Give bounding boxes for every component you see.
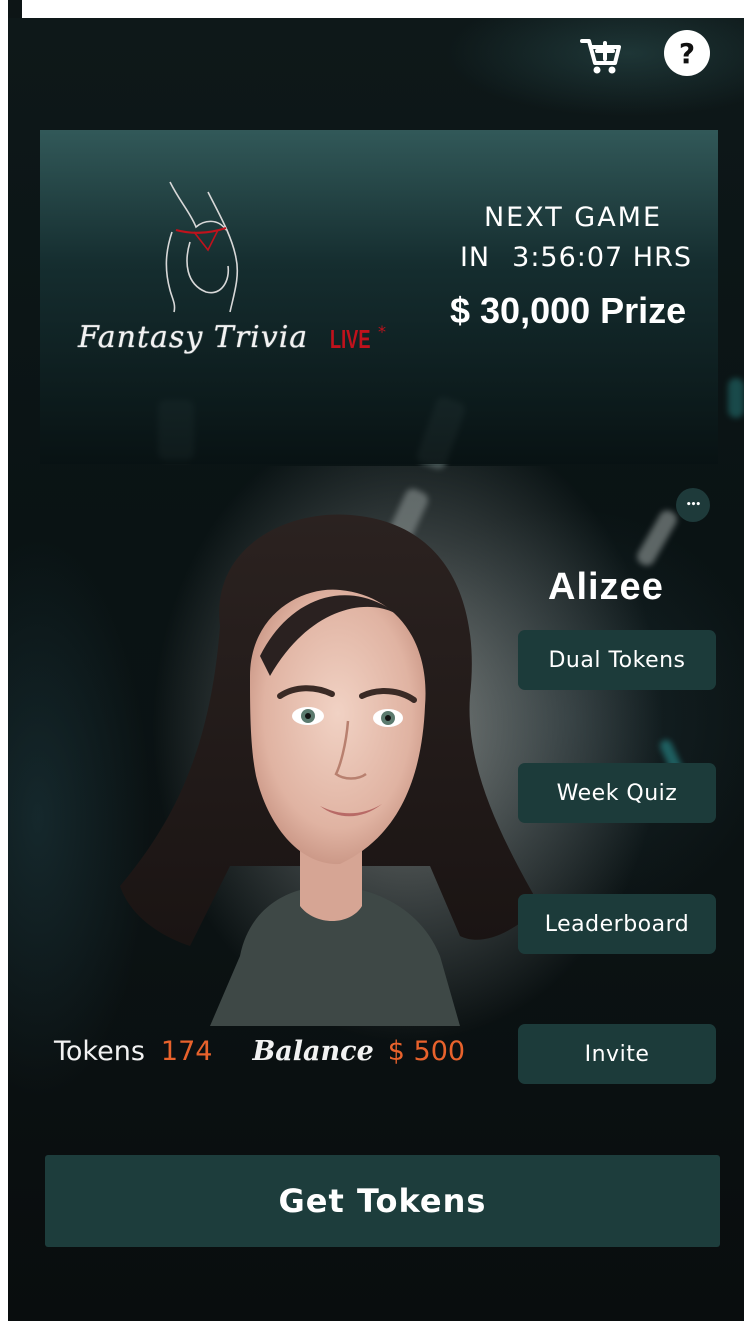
more-glyph: ••• xyxy=(685,500,701,510)
countdown-row: IN 3:56:07 HRS xyxy=(436,242,716,273)
tokens-label: Tokens xyxy=(54,1036,145,1067)
countdown-in-label: IN xyxy=(459,242,491,273)
dual-tokens-button[interactable]: Dual Tokens xyxy=(518,630,716,690)
top-edge-marker xyxy=(8,0,22,18)
next-game-label: NEXT GAME xyxy=(483,202,663,233)
balance-label: Balance xyxy=(252,1036,374,1067)
question-icon[interactable]: ? xyxy=(664,30,710,76)
stats-row: Tokens 174 Balance $ 500 xyxy=(54,1036,465,1067)
get-tokens-button[interactable]: Get Tokens xyxy=(45,1155,720,1247)
cart-plus-icon[interactable] xyxy=(578,32,624,78)
week-quiz-button[interactable]: Week Quiz xyxy=(518,763,716,823)
logo-star: * xyxy=(378,322,386,341)
help-glyph: ? xyxy=(678,36,696,70)
bg-decor xyxy=(728,378,744,418)
fantasy-trivia-logo: Fantasy Trivia LIVE * xyxy=(58,172,408,355)
leaderboard-button[interactable]: Leaderboard xyxy=(518,894,716,954)
balance-value: $ 500 xyxy=(387,1036,466,1067)
more-options-icon[interactable]: ••• xyxy=(676,488,710,522)
profile-portrait xyxy=(120,514,540,1026)
prize-amount: $ 30,000 Prize xyxy=(450,290,687,331)
tokens-value: 174 xyxy=(160,1036,213,1067)
next-game-banner: Fantasy Trivia LIVE * NEXT GAME IN 3:56:0… xyxy=(40,130,718,464)
countdown-timer: 3:56:07 HRS xyxy=(512,242,693,273)
app-screen: ? Fantasy Trivia LIVE * NEXT GAME IN 3:56… xyxy=(8,18,744,1321)
profile-name: Alizee xyxy=(548,566,664,608)
logo-live-text: LIVE xyxy=(330,324,371,354)
invite-button[interactable]: Invite xyxy=(518,1024,716,1084)
logo-wordmark: Fantasy Trivia xyxy=(78,320,309,355)
